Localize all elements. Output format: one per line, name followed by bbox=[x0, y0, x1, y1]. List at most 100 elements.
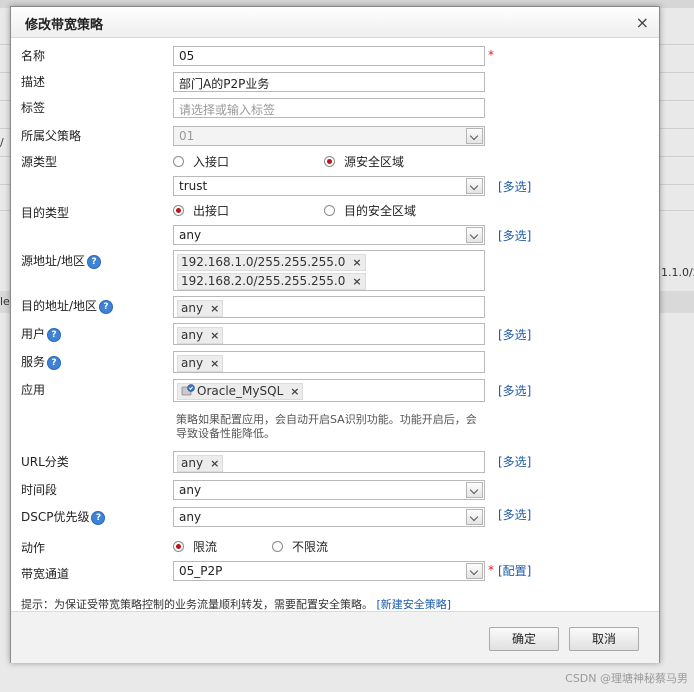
description-label: 描述 bbox=[21, 75, 46, 89]
dialog-titlebar: 修改带宽策略 × bbox=[11, 7, 659, 38]
service-label: 服务? bbox=[21, 353, 62, 370]
user-multiselect-link[interactable]: [多选] bbox=[498, 326, 531, 343]
bandwidth-channel-select[interactable]: 05_P2P bbox=[173, 561, 485, 581]
required-mark: * bbox=[488, 563, 494, 577]
description-input[interactable]: 部门A的P2P业务 bbox=[173, 72, 485, 92]
help-icon[interactable]: ? bbox=[87, 254, 102, 269]
radio-label: 限流 bbox=[193, 540, 218, 554]
chevron-down-icon[interactable] bbox=[466, 482, 483, 498]
bandwidth-channel-label: 带宽通道 bbox=[21, 567, 70, 581]
remove-tag-icon[interactable]: × bbox=[210, 457, 219, 470]
radio-destination-zone[interactable]: 目的安全区域 bbox=[324, 202, 416, 219]
application-tagbox[interactable]: Oracle_MySQL × bbox=[173, 379, 485, 402]
background-fragment: le bbox=[0, 295, 10, 308]
radio-rate-limit[interactable]: 限流 bbox=[173, 538, 217, 555]
url-category-multiselect-link[interactable]: [多选] bbox=[498, 453, 531, 470]
action-label: 动作 bbox=[21, 541, 46, 555]
service-tag: any × bbox=[177, 355, 224, 372]
chevron-down-icon[interactable] bbox=[466, 509, 483, 525]
name-input[interactable]: 05 bbox=[173, 46, 485, 66]
user-tagbox[interactable]: any × bbox=[173, 323, 485, 345]
tip-text: 提示：为保证受带宽策略控制的业务流量顺利转发，需要配置安全策略。 bbox=[21, 598, 373, 611]
chevron-down-icon bbox=[466, 128, 483, 144]
source-zone-value: trust bbox=[179, 179, 208, 193]
radio-ingress-interface[interactable]: 入接口 bbox=[173, 153, 229, 170]
radio-circle-selected-icon bbox=[324, 156, 335, 167]
service-tagbox[interactable]: any × bbox=[173, 351, 485, 373]
radio-circle-icon bbox=[272, 541, 283, 552]
source-type-label: 源类型 bbox=[21, 155, 58, 169]
dialog-title: 修改带宽策略 bbox=[25, 18, 104, 33]
destination-type-label: 目的类型 bbox=[21, 206, 70, 220]
radio-circle-selected-icon bbox=[173, 205, 184, 216]
source-zone-select[interactable]: trust bbox=[173, 176, 485, 196]
source-address-tagbox[interactable]: 192.168.1.0/255.255.255.0 × 192.168.2.0/2… bbox=[173, 250, 485, 291]
source-address-label: 源地址/地区? bbox=[21, 252, 102, 269]
radio-egress-interface[interactable]: 出接口 bbox=[173, 202, 229, 219]
radio-circle-selected-icon bbox=[173, 541, 184, 552]
help-icon[interactable]: ? bbox=[99, 299, 114, 314]
radio-label: 入接口 bbox=[193, 155, 230, 169]
address-tag: any × bbox=[177, 300, 224, 317]
egress-interface-value: any bbox=[179, 228, 202, 242]
name-label: 名称 bbox=[21, 49, 46, 63]
tags-label: 标签 bbox=[21, 101, 46, 115]
radio-circle-icon bbox=[324, 205, 335, 216]
background-fragment: 1.1.0/2 bbox=[661, 266, 694, 279]
egress-interface-multiselect-link[interactable]: [多选] bbox=[498, 227, 531, 244]
chevron-down-icon[interactable] bbox=[466, 563, 483, 579]
url-category-tagbox[interactable]: any × bbox=[173, 451, 485, 473]
help-icon[interactable]: ? bbox=[47, 327, 62, 342]
remove-tag-icon[interactable]: × bbox=[290, 385, 299, 398]
radio-label: 目的安全区域 bbox=[344, 204, 417, 218]
cancel-button[interactable]: 取消 bbox=[569, 627, 639, 651]
watermark: CSDN @理塘神秘蔡马男 bbox=[565, 672, 688, 685]
url-category-label: URL分类 bbox=[21, 455, 69, 469]
ok-button[interactable]: 确定 bbox=[489, 627, 559, 651]
destination-address-label: 目的地址/地区? bbox=[21, 297, 114, 314]
application-tag: Oracle_MySQL × bbox=[177, 383, 304, 400]
remove-tag-icon[interactable]: × bbox=[210, 357, 219, 370]
user-tag: any × bbox=[177, 327, 224, 344]
edit-bandwidth-policy-dialog: 修改带宽策略 × 名称 05 * 描述 部门A的P2P业务 标签 请选择或输入标… bbox=[10, 6, 660, 663]
dscp-select[interactable]: any bbox=[173, 507, 485, 527]
dscp-label: DSCP优先级? bbox=[21, 508, 106, 525]
egress-interface-select[interactable]: any bbox=[173, 225, 485, 245]
dialog-footer: 确定 取消 bbox=[11, 611, 659, 663]
chevron-down-icon[interactable] bbox=[466, 227, 483, 243]
dscp-multiselect-link[interactable]: [多选] bbox=[498, 506, 531, 523]
help-icon[interactable]: ? bbox=[91, 510, 106, 525]
address-tag: 192.168.2.0/255.255.255.0 × bbox=[177, 273, 366, 290]
dscp-value: any bbox=[179, 510, 202, 524]
remove-tag-icon[interactable]: × bbox=[352, 275, 361, 288]
source-zone-multiselect-link[interactable]: [多选] bbox=[498, 178, 531, 195]
time-range-value: any bbox=[179, 483, 202, 497]
time-range-select[interactable]: any bbox=[173, 480, 485, 500]
time-range-label: 时间段 bbox=[21, 483, 58, 497]
radio-label: 不限流 bbox=[292, 540, 329, 554]
background-fragment: / bbox=[0, 136, 4, 149]
parent-policy-select: 01 bbox=[173, 126, 485, 146]
help-icon[interactable]: ? bbox=[47, 355, 62, 370]
remove-tag-icon[interactable]: × bbox=[210, 329, 219, 342]
tags-input[interactable]: 请选择或输入标签 bbox=[173, 98, 485, 118]
database-app-icon bbox=[181, 384, 195, 396]
parent-policy-label: 所属父策略 bbox=[21, 129, 82, 143]
radio-circle-icon bbox=[173, 156, 184, 167]
chevron-down-icon[interactable] bbox=[466, 178, 483, 194]
url-category-tag: any × bbox=[177, 455, 224, 472]
radio-source-zone[interactable]: 源安全区域 bbox=[324, 153, 404, 170]
security-policy-tip: 提示：为保证受带宽策略控制的业务流量顺利转发，需要配置安全策略。 [新建安全策略… bbox=[21, 596, 451, 612]
configure-channel-link[interactable]: [配置] bbox=[498, 562, 531, 579]
user-label: 用户? bbox=[21, 325, 62, 342]
radio-no-rate-limit[interactable]: 不限流 bbox=[272, 538, 328, 555]
remove-tag-icon[interactable]: × bbox=[352, 256, 361, 269]
address-tag: 192.168.1.0/255.255.255.0 × bbox=[177, 254, 366, 271]
application-multiselect-link[interactable]: [多选] bbox=[498, 382, 531, 399]
new-security-policy-link[interactable]: [新建安全策略] bbox=[377, 598, 452, 611]
parent-policy-value: 01 bbox=[179, 129, 195, 143]
close-icon[interactable]: × bbox=[636, 13, 649, 32]
remove-tag-icon[interactable]: × bbox=[210, 302, 219, 315]
destination-address-tagbox[interactable]: any × bbox=[173, 296, 485, 318]
radio-label: 出接口 bbox=[193, 204, 230, 218]
